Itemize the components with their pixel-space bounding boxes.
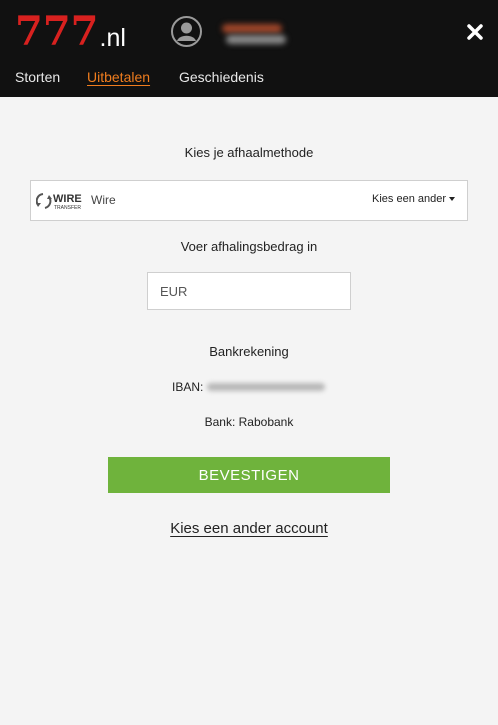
wire-transfer-logo: WIRE TRANSFER <box>35 190 90 212</box>
withdraw-method-selector[interactable]: WIRE TRANSFER Wire Kies een ander <box>30 180 468 221</box>
method-name: Wire <box>91 193 116 207</box>
caret-down-icon <box>449 197 455 201</box>
bank-name: Bank: Rabobank <box>204 415 294 429</box>
logo-number: 777 <box>15 8 99 55</box>
amount-heading: Voer afhalingsbedrag in <box>180 239 318 254</box>
tab-storten[interactable]: Storten <box>15 66 60 88</box>
user-avatar-icon[interactable] <box>171 16 202 47</box>
method-heading: Kies je afhaalmethode <box>184 145 314 160</box>
logo-tld: .nl <box>99 24 126 52</box>
wire-logo-line2: TRANSFER <box>54 205 81 211</box>
blurred-username <box>220 22 290 48</box>
brand-logo[interactable]: 777 .nl <box>15 12 126 52</box>
amount-input[interactable] <box>147 272 351 310</box>
choose-other-method-dropdown[interactable]: Kies een ander <box>372 193 455 205</box>
choose-other-method-label: Kies een ander <box>372 193 446 205</box>
wire-logo-line1: WIRE <box>53 193 82 205</box>
tab-uitbetalen[interactable]: Uitbetalen <box>87 66 150 88</box>
iban-value-blurred <box>207 383 326 391</box>
bank-account-heading: Bankrekening <box>209 344 289 359</box>
header-bar: 777 .nl Storten Uitbetalen Geschiedenis <box>0 0 498 97</box>
tab-geschiedenis[interactable]: Geschiedenis <box>179 66 264 88</box>
close-icon[interactable] <box>463 20 487 44</box>
iban-row: IBAN: <box>172 380 326 394</box>
choose-other-account-link[interactable]: Kies een ander account <box>0 520 498 537</box>
iban-label: IBAN: <box>172 380 204 394</box>
confirm-button[interactable]: BEVESTIGEN <box>108 457 390 493</box>
